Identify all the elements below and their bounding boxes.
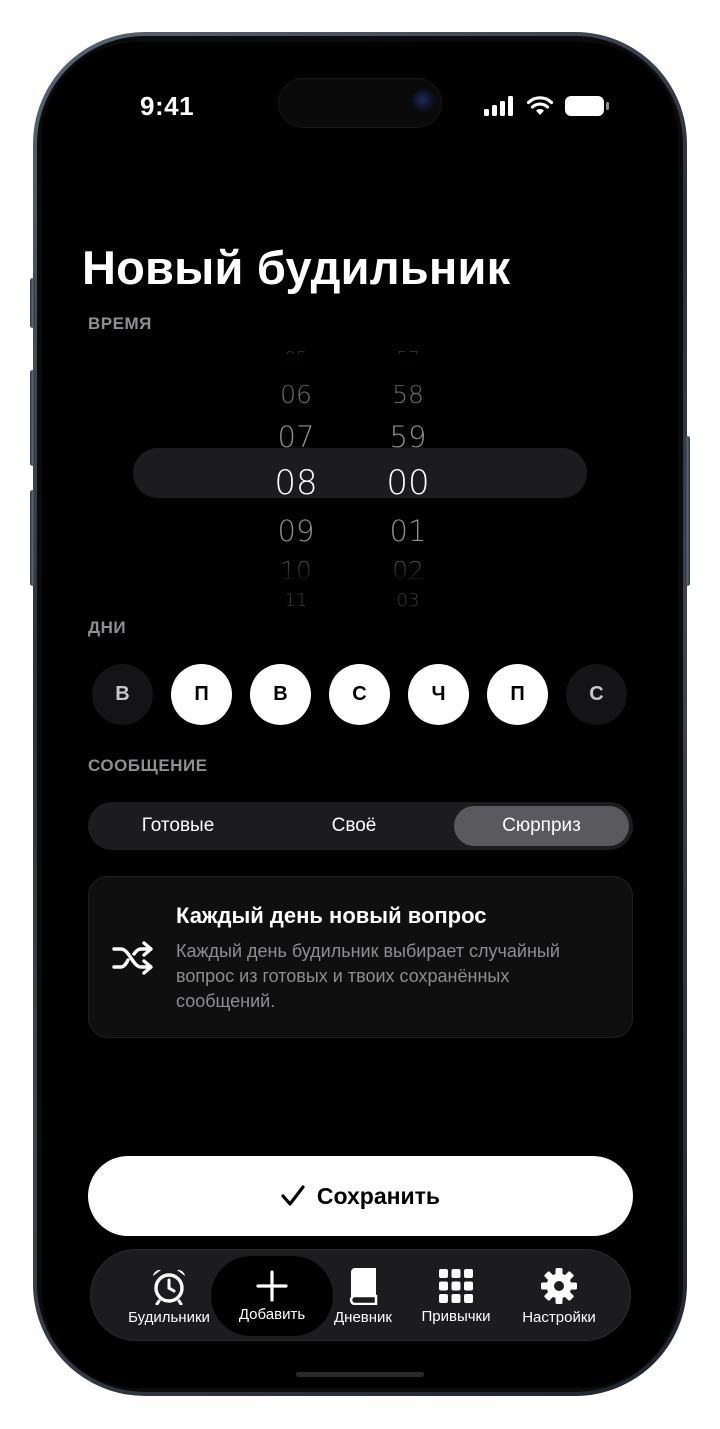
minute-option[interactable]: 03 <box>368 592 448 610</box>
save-button-label: Сохранить <box>316 1182 441 1209</box>
volume-down-button <box>30 490 35 586</box>
minute-option[interactable]: 02 <box>368 558 448 583</box>
tab-habits-label: Привычки <box>421 1307 491 1325</box>
alarm-clock-icon <box>153 1269 185 1305</box>
checkmark-icon <box>281 1185 305 1206</box>
volume-up-button <box>30 370 35 466</box>
action-button <box>30 278 35 328</box>
status-icons <box>484 94 610 118</box>
tab-bar: Будильники Добавить Дневник Привычки Нас… <box>90 1249 631 1341</box>
segment-ready[interactable]: Готовые <box>92 806 264 846</box>
days-section-label: ДНИ <box>88 618 127 637</box>
message-type-segmented-control: Готовые Своё Сюрприз <box>88 802 633 850</box>
hour-option[interactable]: 11 <box>256 592 336 610</box>
day-toggle-6[interactable]: П <box>487 664 548 725</box>
tab-alarms[interactable]: Будильники <box>113 1250 225 1342</box>
tab-settings[interactable]: Настройки <box>509 1250 609 1342</box>
picker-selection-highlight <box>133 448 587 498</box>
weekday-selector: ВПВСЧПС <box>92 664 629 726</box>
front-camera <box>412 89 436 113</box>
side-button <box>685 436 690 586</box>
tab-alarms-label: Будильники <box>128 1308 210 1326</box>
shuffle-icon <box>112 941 153 975</box>
book-icon <box>349 1267 378 1305</box>
minute-option[interactable]: 01 <box>368 517 448 546</box>
hour-option[interactable]: 05 <box>256 350 336 368</box>
minute-option[interactable]: 58 <box>368 382 448 407</box>
picker-fade-bottom <box>42 550 678 590</box>
battery-icon <box>565 96 609 116</box>
save-button[interactable]: Сохранить <box>88 1156 633 1236</box>
minute-option[interactable]: 57 <box>368 350 448 368</box>
day-toggle-7[interactable]: С <box>566 664 627 725</box>
wifi-icon <box>526 96 554 115</box>
day-toggle-5[interactable]: Ч <box>408 664 469 725</box>
hour-option[interactable]: 09 <box>256 517 336 546</box>
hour-option[interactable]: 10 <box>256 558 336 583</box>
message-section-label: СООБЩЕНИЕ <box>88 756 208 775</box>
time-section-label: ВРЕМЯ <box>88 314 152 333</box>
app-screen: 9:41 Новый будильник ВРЕМЯ 05 06 07 08 09 10 1… <box>42 42 678 1388</box>
card-title: Каждый день новый вопрос <box>176 903 487 928</box>
hour-selected[interactable]: 08 <box>256 466 336 500</box>
day-toggle-2[interactable]: П <box>171 664 232 725</box>
cellular-signal-icon <box>484 96 513 116</box>
day-toggle-1[interactable]: В <box>92 664 153 725</box>
plus-icon <box>256 1269 288 1302</box>
page-title: Новый будильник <box>82 241 511 294</box>
grid-icon <box>439 1268 473 1303</box>
minute-option[interactable]: 59 <box>368 423 448 452</box>
picker-fade-top <box>42 354 678 394</box>
home-indicator <box>296 1372 424 1377</box>
hour-option[interactable]: 06 <box>256 382 336 407</box>
time-picker[interactable]: 05 06 07 08 09 10 11 57 58 59 00 01 02 03 <box>42 350 678 610</box>
tab-diary[interactable]: Дневник <box>323 1250 403 1342</box>
tab-add-label: Добавить <box>238 1305 306 1323</box>
tab-habits[interactable]: Привычки <box>409 1250 503 1342</box>
surprise-info-card: Каждый день новый вопрос Каждый день буд… <box>88 876 633 1038</box>
hour-option[interactable]: 07 <box>256 423 336 452</box>
segment-surprise[interactable]: Сюрприз <box>454 806 629 846</box>
day-toggle-3[interactable]: В <box>250 664 311 725</box>
gear-icon <box>541 1267 577 1304</box>
minute-selected[interactable]: 00 <box>368 466 448 500</box>
day-toggle-4[interactable]: С <box>329 664 390 725</box>
status-time: 9:41 <box>140 91 195 121</box>
tab-add[interactable]: Добавить <box>211 1256 333 1336</box>
segment-custom[interactable]: Своё <box>268 806 440 846</box>
tab-settings-label: Настройки <box>522 1308 596 1326</box>
card-description: Каждый день будильник выбирает случайный… <box>176 941 560 1011</box>
tab-diary-label: Дневник <box>334 1308 392 1326</box>
